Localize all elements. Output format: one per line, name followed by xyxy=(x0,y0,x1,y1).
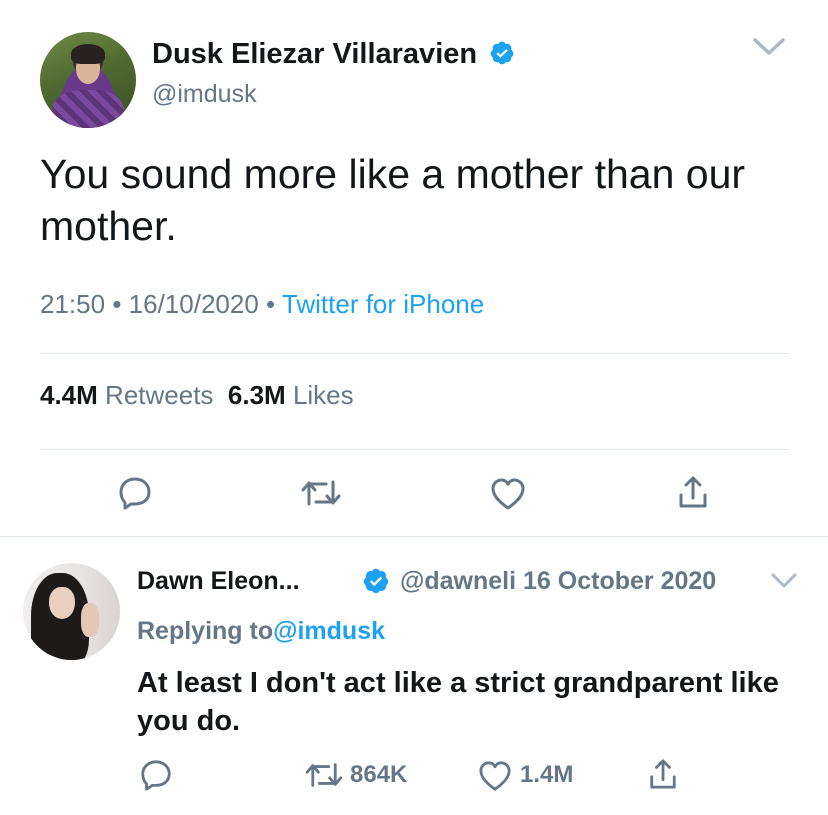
tweet-meta: 21:50 • 16/10/2020 • Twitter for iPhone xyxy=(40,287,484,321)
reply-retweets-count: 864K xyxy=(350,761,408,788)
avatar-face xyxy=(49,587,75,619)
author-avatar[interactable] xyxy=(40,32,136,128)
verified-badge-icon xyxy=(490,41,514,65)
meta-separator: • xyxy=(112,289,122,319)
reply-author-name[interactable]: Dawn Eleon... xyxy=(137,565,300,597)
avatar-hand xyxy=(81,603,99,637)
tweet-text: You sound more like a mother than our mo… xyxy=(40,151,746,249)
retweet-icon[interactable] xyxy=(305,760,343,790)
retweets-count: 4.4M xyxy=(40,380,98,410)
chevron-down-icon[interactable] xyxy=(770,572,798,590)
author-name[interactable]: Dusk Eliezar Villaravien xyxy=(152,38,477,70)
reply-handle-date: @dawneli 16 October 2020 xyxy=(400,565,716,597)
likes-stat[interactable]: 6.3M Likes xyxy=(228,380,354,410)
reply-date: 16 October 2020 xyxy=(523,567,717,595)
author-handle[interactable]: @imdusk xyxy=(152,78,257,110)
heart-icon[interactable] xyxy=(478,760,512,792)
meta-separator: • xyxy=(266,289,276,319)
replying-to: Replying to@imdusk xyxy=(137,614,385,648)
verified-badge-icon xyxy=(363,568,389,594)
divider xyxy=(40,353,788,354)
retweets-label: Retweets xyxy=(105,380,214,410)
likes-count: 6.3M xyxy=(227,380,286,410)
likes-label: Likes xyxy=(292,380,354,410)
divider xyxy=(0,536,828,537)
reply-icon[interactable] xyxy=(139,758,173,792)
share-icon[interactable] xyxy=(677,474,709,510)
reply-text: At least I don't act like a strict grand… xyxy=(137,667,779,737)
divider xyxy=(40,449,788,450)
retweet-icon[interactable] xyxy=(301,477,341,509)
avatar-hair xyxy=(71,44,105,64)
share-icon[interactable] xyxy=(648,757,678,791)
author-name-row[interactable]: Dusk Eliezar Villaravien xyxy=(152,36,515,72)
tweet-stats: 4.4M Retweets 6.3M Likes xyxy=(40,378,354,412)
reply-likes-count: 1.4M xyxy=(520,761,574,788)
reply-icon[interactable] xyxy=(117,475,153,511)
replying-prefix: Replying to xyxy=(137,617,274,645)
tweet-source-link[interactable]: Twitter for iPhone xyxy=(282,289,484,319)
heart-icon[interactable] xyxy=(490,477,526,511)
tweet-time: 21:50 xyxy=(40,289,106,319)
replying-to-link[interactable]: @imdusk xyxy=(273,617,385,645)
reply-author-avatar[interactable] xyxy=(23,563,120,660)
reply-author-handle[interactable]: @dawneli xyxy=(400,567,516,595)
chevron-down-icon[interactable] xyxy=(752,36,786,58)
tweet-date: 16/10/2020 xyxy=(128,289,259,319)
avatar-jacket xyxy=(52,90,124,128)
retweets-stat[interactable]: 4.4M Retweets xyxy=(40,380,213,410)
